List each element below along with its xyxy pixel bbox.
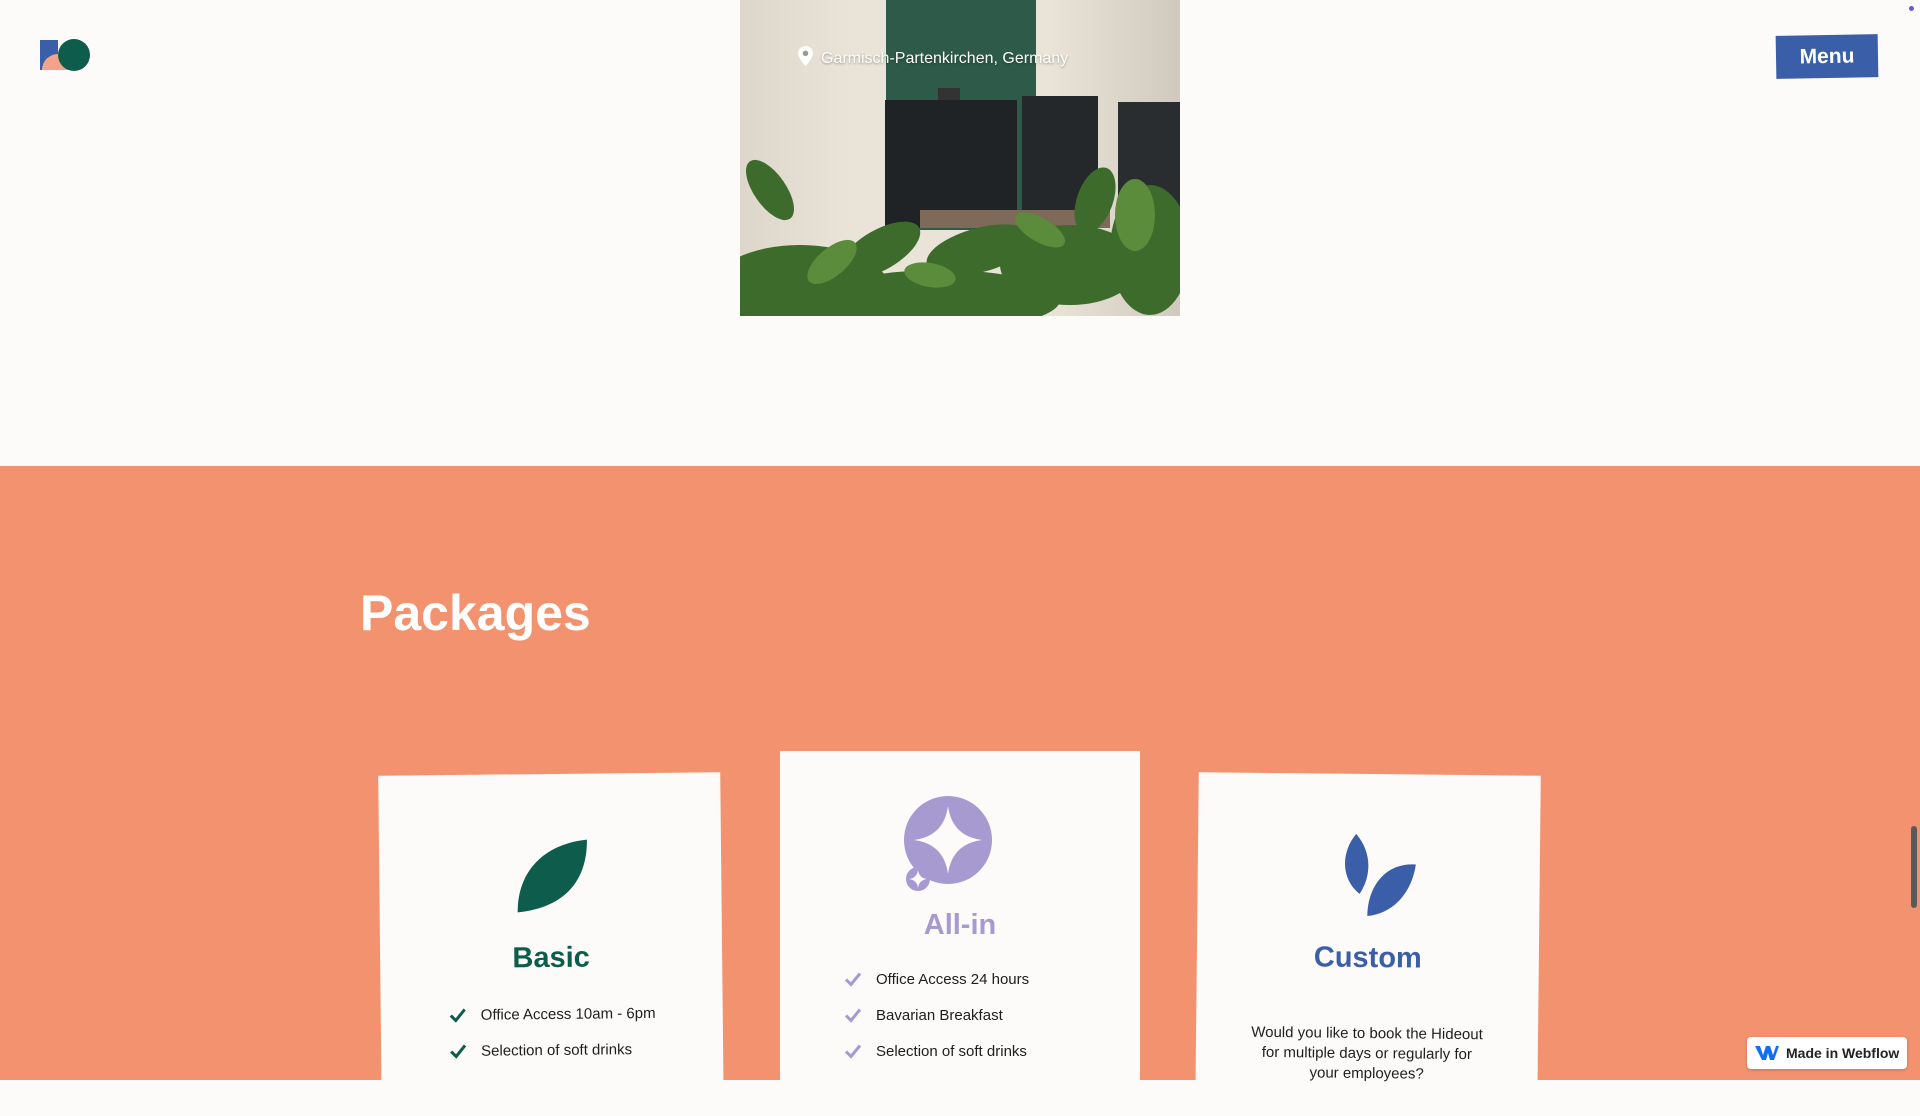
scrollbar-thumb[interactable] [1911, 826, 1917, 908]
package-title: Custom [1313, 941, 1422, 975]
package-description: Would you like to book the Hideout for m… [1251, 1023, 1483, 1083]
site-logo[interactable] [40, 38, 94, 74]
made-in-webflow-badge[interactable]: Made in Webflow [1747, 1037, 1907, 1069]
feature-text: Selection of soft drinks [876, 1042, 1027, 1060]
package-card-basic[interactable]: Basic Office Access 10am - 6pm Selection… [378, 772, 724, 1116]
check-icon [450, 1044, 467, 1059]
feature-item: Selection of soft drinks [844, 1033, 1029, 1069]
section-title: Packages [360, 585, 591, 641]
feature-item: Office Access 10am - 6pm [449, 995, 656, 1033]
feature-text: Office Access 24 hours [876, 970, 1030, 988]
package-title: Basic [512, 941, 590, 975]
feature-item: Office Access 24 hours [844, 961, 1029, 997]
location-label: Garmisch-Partenkirchen, Germany [798, 46, 1068, 71]
feature-text: Office Access 10am - 6pm [480, 1004, 656, 1024]
check-icon [844, 1044, 862, 1059]
check-icon [844, 1008, 862, 1023]
sprout-icon [1341, 832, 1418, 924]
package-title: All-in [923, 909, 997, 941]
feature-item: Bavarian Breakfast [844, 997, 1029, 1033]
map-pin-icon [798, 46, 813, 71]
badge-label: Made in Webflow [1786, 1045, 1900, 1061]
menu-button[interactable]: Menu [1775, 34, 1879, 79]
package-card-allin[interactable]: All-in Office Access 24 hours Bavarian B… [780, 751, 1140, 1111]
feature-text: Selection of soft drinks [481, 1040, 633, 1060]
indicator-dot [1909, 6, 1914, 11]
feature-item: Selection of soft drinks [449, 1031, 656, 1069]
check-icon [844, 972, 862, 987]
small-sparkle-icon [906, 867, 930, 896]
leaf-icon [515, 838, 590, 920]
check-icon [449, 1008, 466, 1023]
feature-text: Bavarian Breakfast [876, 1006, 1003, 1024]
location-text: Garmisch-Partenkirchen, Germany [821, 49, 1069, 67]
package-card-custom[interactable]: Custom Would you like to book the Hideou… [1195, 772, 1541, 1116]
packages-section: Packages Basic Office Access 10am - 6pm … [0, 466, 1920, 1116]
webflow-icon [1755, 1046, 1779, 1060]
